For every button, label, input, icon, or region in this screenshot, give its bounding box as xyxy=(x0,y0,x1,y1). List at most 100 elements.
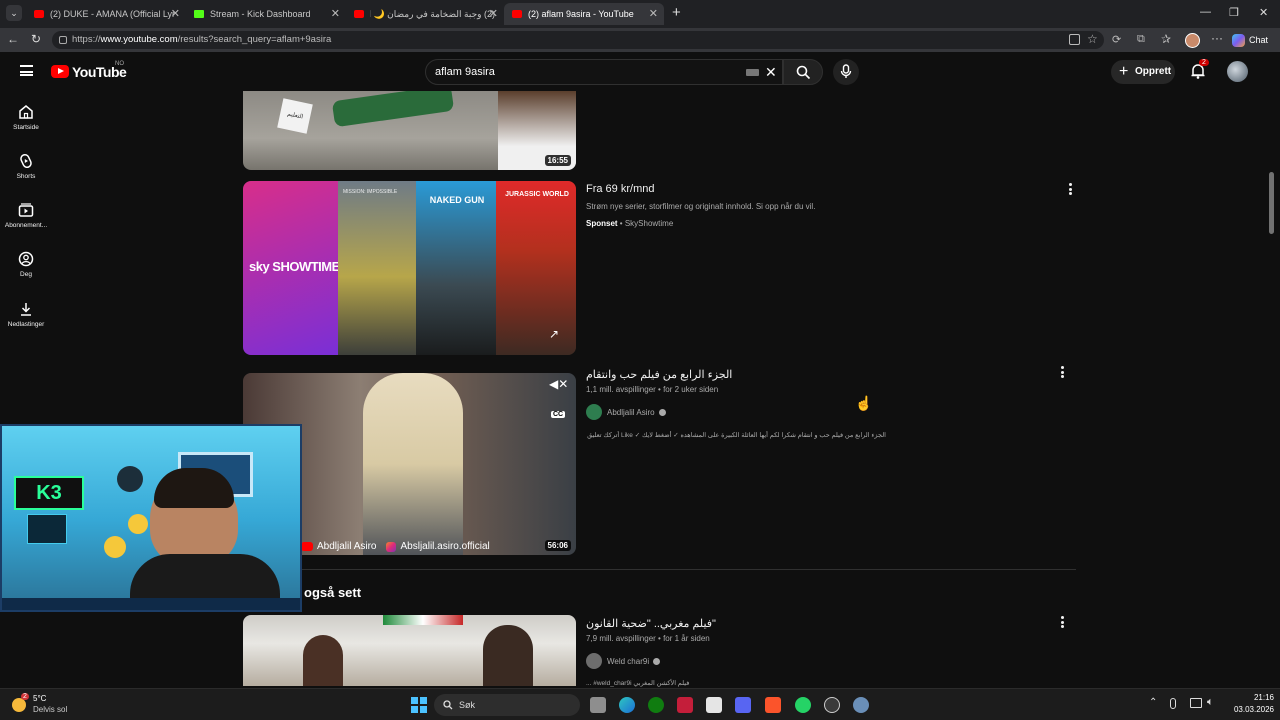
close-window-icon[interactable]: ✕ xyxy=(1259,6,1268,19)
mute-icon[interactable]: ◀✕ xyxy=(549,377,568,391)
search-input[interactable]: aflam 9asira ✕ xyxy=(425,59,783,85)
sidebar-item-downloads[interactable]: Nedlastinger xyxy=(0,301,52,328)
video-title[interactable]: فيلم مغربي.. "ضحية القانون" xyxy=(586,617,716,630)
profile-avatar[interactable] xyxy=(1185,33,1200,48)
tab-list-dropdown-icon[interactable]: ⌄ xyxy=(6,5,22,21)
country-code: NO xyxy=(115,61,124,67)
back-icon[interactable]: ← xyxy=(7,32,19,46)
copilot-chat-button[interactable]: Chat xyxy=(1232,32,1268,48)
copilot-icon xyxy=(1232,33,1245,47)
kick-icon xyxy=(194,10,204,18)
cc-button[interactable]: CC xyxy=(551,411,566,418)
site-info-icon[interactable] xyxy=(59,36,67,44)
sidebar-item-you[interactable]: Deg xyxy=(0,251,52,278)
volume-icon[interactable]: 🔈︎ xyxy=(1207,696,1214,709)
channel-link[interactable]: Abdljalil Asiro xyxy=(586,404,666,420)
verified-icon xyxy=(653,657,661,665)
store-icon[interactable] xyxy=(706,697,722,713)
more-actions-icon[interactable] xyxy=(1061,366,1065,380)
poster-1-text: MISSION: IMPOSSIBLE xyxy=(343,189,398,195)
poster-3-text: JURASSIC WORLD xyxy=(505,191,569,198)
neon-sign: K3 xyxy=(14,476,84,510)
voice-search-button[interactable] xyxy=(833,59,859,85)
video-thumbnail[interactable] xyxy=(243,615,576,686)
close-tab-icon[interactable]: ✕ xyxy=(171,7,180,20)
video-title[interactable]: الجزء الرابع من فيلم حب وانتقام xyxy=(586,368,732,381)
whatsapp-icon[interactable] xyxy=(795,697,811,713)
browser-tab-2[interactable]: Stream - Kick Dashboard ✕ xyxy=(186,3,346,25)
minimize-icon[interactable]: — xyxy=(1200,6,1211,18)
weather-temp: 5°C xyxy=(33,694,47,703)
ad-title[interactable]: Fra 69 kr/mnd xyxy=(586,183,654,195)
search-button[interactable] xyxy=(783,59,823,85)
video-snippet: الجزء الرابع من فيلم حب و انتقام شكرا لك… xyxy=(586,432,886,439)
keyboard-icon[interactable] xyxy=(746,69,759,76)
ad-thumbnail[interactable]: sky SHOWTIME MISSION: IMPOSSIBLE NAKED G… xyxy=(243,181,576,355)
youtube-logo-icon[interactable] xyxy=(51,65,69,78)
taskbar-search[interactable]: Søk xyxy=(434,694,580,716)
restore-icon[interactable]: ❐ xyxy=(1229,6,1239,19)
more-options-icon[interactable]: ··· xyxy=(1211,31,1223,45)
extensions-icon[interactable]: ⟳ xyxy=(1112,33,1121,46)
browser-tab-3[interactable]: (2) وجبة الضخامة في رمضان 🌙 الـ ✕ xyxy=(346,3,504,25)
webcam-bottom-bar xyxy=(2,598,300,610)
section-title: også sett xyxy=(304,585,362,600)
ad-description: Strøm nye serier, storfilmer og original… xyxy=(586,202,816,211)
app-a-icon[interactable] xyxy=(677,697,693,713)
external-link-icon[interactable]: ↗ xyxy=(549,327,559,341)
plus-icon: + xyxy=(1119,63,1129,80)
more-actions-icon[interactable] xyxy=(1069,183,1073,197)
clock-time[interactable]: 21:16 xyxy=(1232,693,1274,702)
browser-tab-4-active[interactable]: (2) aflam 9asira - YouTube ✕ xyxy=(504,3,664,25)
close-tab-icon[interactable]: ✕ xyxy=(331,7,340,20)
app-available-icon[interactable] xyxy=(1069,34,1080,45)
watermark-bar: Abdljalil Asiro Absljalil.asiro.official xyxy=(301,541,490,552)
page-scrollbar[interactable] xyxy=(1269,172,1274,234)
clear-search-icon[interactable]: ✕ xyxy=(765,60,777,84)
video-duration: 16:55 xyxy=(544,155,571,166)
section-divider xyxy=(243,569,1076,570)
network-icon[interactable] xyxy=(1190,698,1202,708)
tray-overflow-icon[interactable]: ⌃ xyxy=(1149,697,1157,708)
instagram-icon xyxy=(386,541,397,552)
xbox-icon[interactable] xyxy=(648,697,664,713)
advertiser-name[interactable]: SkyShowtime xyxy=(625,219,673,228)
windows-start-icon[interactable] xyxy=(411,697,427,713)
favorite-star-icon[interactable]: ☆ xyxy=(1087,32,1098,46)
more-actions-icon[interactable] xyxy=(1061,616,1065,630)
discord-icon[interactable] xyxy=(735,697,751,713)
video-snippet: ... #weld_char9i فيلم الأكشن المغربي xyxy=(586,680,690,687)
sidebar-item-shorts[interactable]: Shorts xyxy=(0,153,52,180)
split-screen-icon[interactable]: ⧉ xyxy=(1137,33,1145,46)
weather-desc: Delvis sol xyxy=(33,705,68,714)
weather-sun-icon xyxy=(12,698,26,712)
microphone-tray-icon[interactable] xyxy=(1170,698,1176,709)
verified-icon xyxy=(658,408,666,416)
hand-cursor-icon: ☝ xyxy=(855,395,873,411)
close-tab-icon[interactable]: ✕ xyxy=(489,7,498,20)
youtube-icon xyxy=(354,10,364,18)
new-tab-icon[interactable]: + xyxy=(672,4,681,21)
account-avatar[interactable] xyxy=(1227,61,1248,82)
video-thumbnail[interactable]: التعليم 16:55 xyxy=(243,91,576,170)
browser-toolbar: ← ↻ https://www.youtube.com/results?sear… xyxy=(0,28,1280,52)
create-button[interactable]: + Opprett xyxy=(1111,60,1175,84)
close-tab-icon[interactable]: ✕ xyxy=(649,7,658,20)
brave-icon[interactable] xyxy=(765,697,781,713)
hamburger-menu-icon[interactable] xyxy=(20,65,33,76)
sidebar-item-home[interactable]: Startside xyxy=(0,104,52,131)
channel-link[interactable]: Weld char9i xyxy=(586,653,661,669)
paper-note: التعليم xyxy=(277,98,313,134)
settings-gear-icon[interactable] xyxy=(853,697,869,713)
edge-icon[interactable] xyxy=(619,697,635,713)
address-bar[interactable]: https://www.youtube.com/results?search_q… xyxy=(52,31,1104,49)
browser-tab-1[interactable]: (2) DUKE - AMANA (Official Lyric V ✕ xyxy=(26,3,186,25)
file-explorer-icon[interactable] xyxy=(590,697,606,713)
obs-icon[interactable] xyxy=(824,697,840,713)
sidebar-item-subscriptions[interactable]: Abonnement... xyxy=(0,202,52,229)
favorites-icon[interactable]: ✰ xyxy=(1161,32,1171,46)
reload-icon[interactable]: ↻ xyxy=(31,32,41,46)
skyshowtime-logo: sky SHOWTIME xyxy=(249,259,340,274)
clock-date[interactable]: 03.03.2026 xyxy=(1224,705,1274,714)
notifications-button[interactable]: 2 xyxy=(1190,59,1209,79)
